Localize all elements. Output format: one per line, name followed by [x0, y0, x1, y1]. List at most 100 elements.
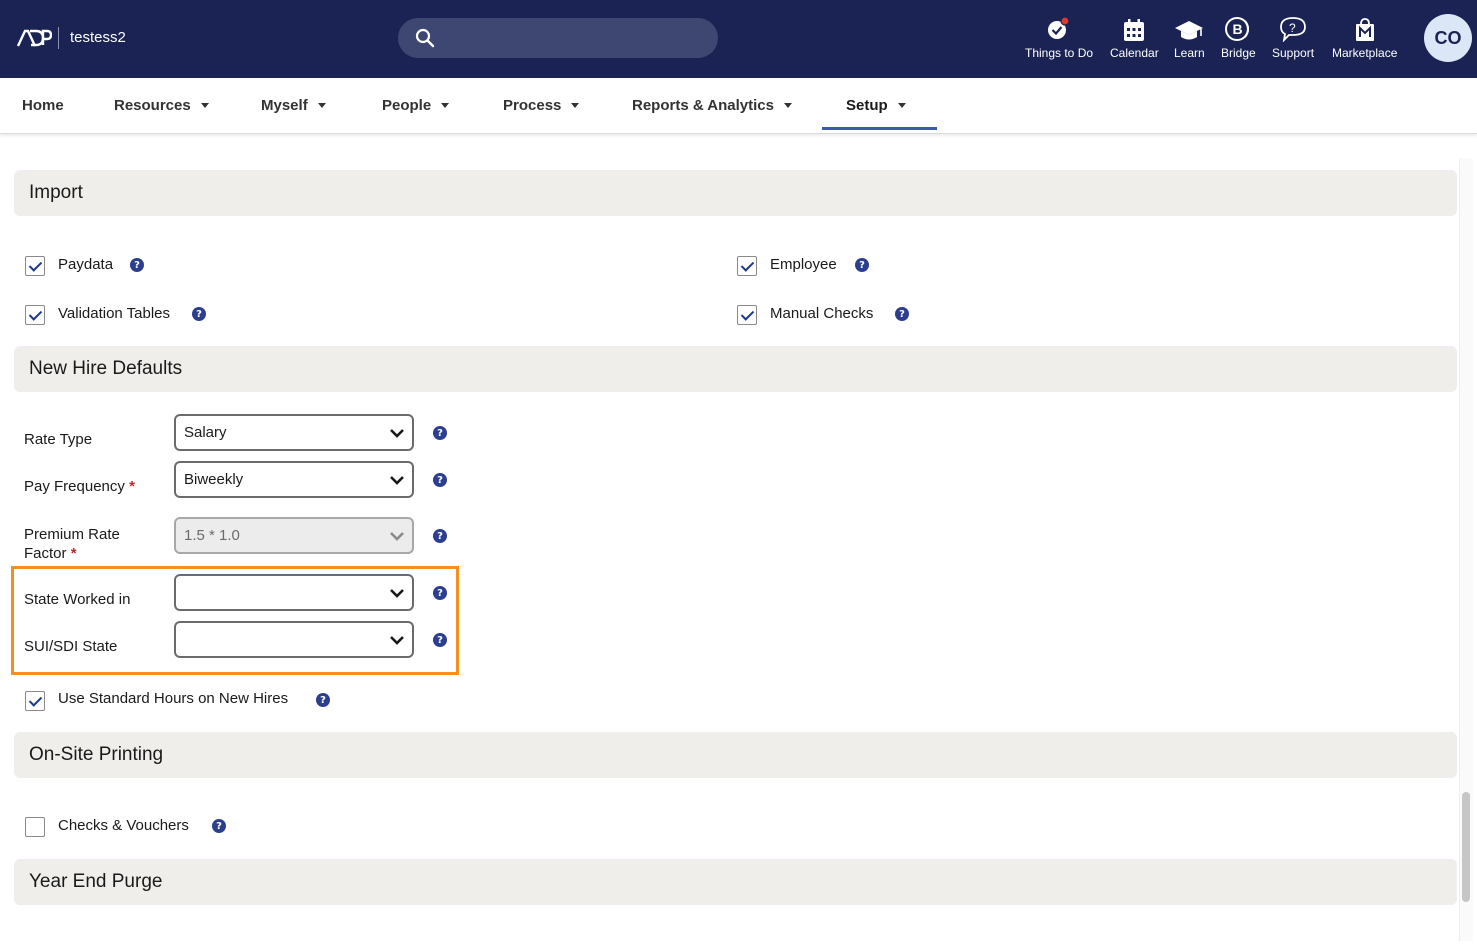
manual-checks-label: Manual Checks: [770, 305, 874, 322]
validation-tables-checkbox[interactable]: [25, 305, 45, 325]
paydata-checkbox[interactable]: [25, 256, 45, 276]
menu-label: Resources: [114, 97, 191, 114]
employee-checkbox[interactable]: [737, 256, 757, 276]
nav-support[interactable]: ? Support: [1272, 14, 1314, 60]
section-title: Year End Purge: [29, 871, 163, 892]
nav-bridge[interactable]: B Bridge: [1221, 14, 1256, 60]
menu-setup[interactable]: Setup: [846, 97, 906, 114]
help-icon[interactable]: ?: [212, 819, 226, 833]
help-icon[interactable]: ?: [192, 307, 206, 321]
sui-sdi-label: SUI/SDI State: [24, 638, 118, 655]
field-label-text: Factor: [24, 545, 67, 562]
help-icon[interactable]: ?: [895, 307, 909, 321]
nav-label: Support: [1272, 46, 1315, 60]
menu-label: Myself: [261, 97, 308, 114]
nav-label: Calendar: [1110, 46, 1159, 60]
select-value: Biweekly: [184, 471, 244, 488]
checks-vouchers-label: Checks & Vouchers: [58, 817, 189, 834]
pay-frequency-label: Pay Frequency *: [24, 478, 135, 495]
menu-myself[interactable]: Myself: [261, 97, 326, 114]
nav-label: Things to Do: [1025, 46, 1094, 60]
state-worked-select[interactable]: [174, 574, 414, 611]
paydata-label: Paydata: [58, 256, 114, 273]
field-label-text: Pay Frequency: [24, 478, 125, 495]
section-year-end-purge: Year End Purge: [14, 859, 1457, 905]
nav-label: Learn: [1174, 46, 1205, 60]
search-input[interactable]: [398, 18, 718, 58]
help-icon[interactable]: ?: [130, 258, 144, 272]
premium-rate-label: Premium Rate Factor *: [24, 525, 120, 563]
help-icon[interactable]: ?: [433, 586, 447, 600]
section-on-site-printing: On-Site Printing: [14, 732, 1457, 778]
sui-sdi-select[interactable]: [174, 621, 414, 658]
help-icon[interactable]: ?: [433, 529, 447, 543]
help-icon[interactable]: ?: [433, 633, 447, 647]
pay-frequency-select[interactable]: Biweekly: [174, 461, 414, 498]
section-title: New Hire Defaults: [29, 358, 183, 379]
caret-down-icon: [783, 103, 792, 108]
nav-label: Bridge: [1221, 46, 1256, 60]
rate-type-label: Rate Type: [24, 431, 93, 448]
nav-things-to-do[interactable]: Things to Do: [1025, 14, 1093, 60]
employee-label: Employee: [770, 256, 837, 273]
client-name: testess2: [70, 29, 126, 46]
help-bubble-icon: ?: [1280, 17, 1306, 42]
caret-down-icon: [441, 103, 450, 108]
chevron-down-icon: [390, 476, 404, 485]
help-icon[interactable]: ?: [433, 426, 447, 440]
scrollbar-thumb[interactable]: [1462, 792, 1470, 902]
standard-hours-label: Use Standard Hours on New Hires: [58, 690, 289, 707]
chevron-down-icon: [390, 532, 404, 541]
chevron-down-icon: [390, 589, 404, 598]
avatar[interactable]: CO: [1424, 14, 1472, 62]
adp-logo[interactable]: [16, 28, 52, 48]
section-new-hire-defaults: New Hire Defaults: [14, 346, 1457, 392]
premium-rate-select: 1.5 * 1.0: [174, 517, 414, 554]
nav-marketplace[interactable]: Marketplace: [1332, 14, 1397, 60]
nav-label: Marketplace: [1332, 46, 1398, 60]
standard-hours-checkbox[interactable]: [25, 691, 45, 711]
menu-resources[interactable]: Resources: [114, 97, 209, 114]
menu-label: Setup: [846, 97, 888, 114]
required-marker: *: [70, 545, 77, 562]
bridge-icon: B: [1225, 17, 1250, 41]
svg-text:B: B: [1233, 21, 1243, 37]
select-value: 1.5 * 1.0: [184, 527, 240, 544]
calendar-icon: [1124, 19, 1145, 41]
checks-vouchers-checkbox[interactable]: [25, 817, 45, 837]
chevron-down-icon: [390, 429, 404, 438]
menu-label: Home: [22, 97, 64, 114]
menu-people[interactable]: People: [382, 97, 450, 114]
help-icon[interactable]: ?: [855, 258, 869, 272]
menu-process[interactable]: Process: [503, 97, 580, 114]
store-bag-icon: [1355, 18, 1374, 41]
active-menu-indicator: [822, 127, 937, 130]
menu-label: People: [382, 97, 432, 114]
search-icon: [415, 28, 435, 48]
nav-calendar[interactable]: Calendar: [1110, 14, 1159, 60]
caret-down-icon: [571, 103, 580, 108]
caret-down-icon: [897, 103, 906, 108]
menu-reports-analytics[interactable]: Reports & Analytics: [632, 97, 792, 114]
nav-learn[interactable]: Learn: [1174, 14, 1205, 60]
top-bar: testess2 Things to Do Calendar Learn B B…: [0, 0, 1477, 78]
state-worked-label: State Worked in: [24, 591, 131, 608]
main-menu: Home Resources Myself People Process Rep…: [0, 78, 1477, 134]
section-title: Import: [29, 182, 83, 203]
caret-down-icon: [200, 103, 209, 108]
caret-down-icon: [317, 103, 326, 108]
help-icon[interactable]: ?: [316, 693, 330, 707]
rate-type-select[interactable]: Salary: [174, 414, 414, 451]
section-title: On-Site Printing: [29, 744, 164, 765]
menu-home[interactable]: Home: [22, 97, 64, 114]
select-value: Salary: [184, 424, 227, 441]
manual-checks-checkbox[interactable]: [737, 305, 757, 325]
menu-label: Process: [503, 97, 562, 114]
svg-text:?: ?: [1289, 21, 1296, 35]
help-icon[interactable]: ?: [433, 473, 447, 487]
menu-label: Reports & Analytics: [632, 97, 774, 114]
check-badge-icon: [1048, 16, 1070, 39]
validation-tables-label: Validation Tables: [58, 305, 171, 322]
field-label-text: Premium Rate: [24, 526, 120, 543]
section-import: Import: [14, 170, 1457, 216]
